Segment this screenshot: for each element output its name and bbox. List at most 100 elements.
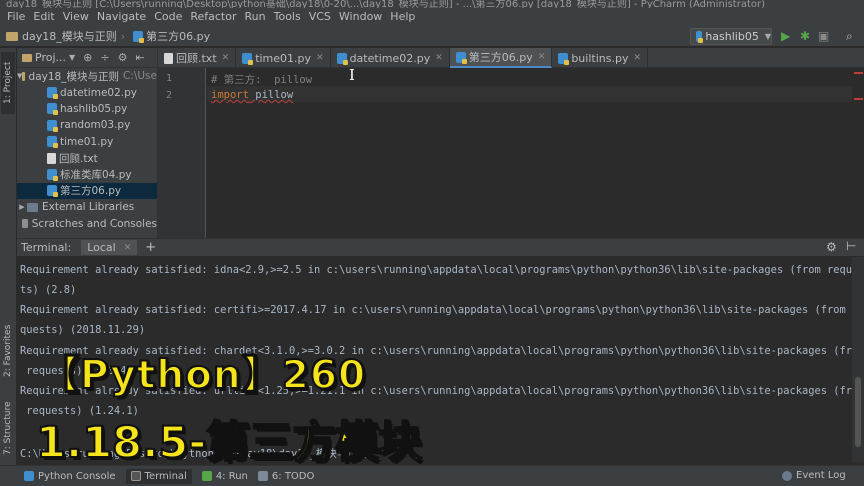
text-file-icon <box>164 52 173 64</box>
expand-arrow-icon[interactable]: ▶ <box>17 203 27 211</box>
python-file-icon <box>47 119 58 132</box>
folder-icon <box>22 71 25 81</box>
menu-navigate[interactable]: Navigate <box>93 8 150 26</box>
close-icon[interactable]: ✕ <box>316 53 324 63</box>
text-cursor-icon: I <box>349 66 355 84</box>
python-file-icon <box>696 31 704 43</box>
tool-tab-structure[interactable]: 7: Structure <box>1 393 15 463</box>
error-stripe-mark[interactable] <box>854 72 863 74</box>
python-file-icon <box>47 136 58 149</box>
terminal-scrollbar-thumb[interactable] <box>855 377 861 447</box>
error-stripe-mark[interactable] <box>854 98 863 100</box>
line-number: 2 <box>165 90 172 101</box>
tree-file-item[interactable]: 回顾.txt <box>17 150 157 166</box>
editor-tab[interactable]: builtins.py ✕ <box>552 48 649 68</box>
tool-tab-project[interactable]: 1: Project <box>1 52 15 114</box>
tree-file-item[interactable]: 标准类库04.py <box>17 166 157 182</box>
close-icon[interactable]: ✕ <box>633 53 641 63</box>
todo-icon <box>257 471 268 481</box>
project-panel-header: Proj... ▼ ⊕ ÷ ⚙ ⇤ <box>17 48 157 68</box>
event-log-label: Event Log <box>796 470 846 481</box>
debug-icon[interactable]: ✱ <box>800 29 810 43</box>
code-editor[interactable]: # 第三方: pillow import pillow <box>207 68 852 238</box>
run-configuration-select[interactable]: hashlib05 ▼ <box>690 28 772 45</box>
breadcrumb-file[interactable]: 第三方06.py <box>146 28 210 44</box>
run-tool-tab[interactable]: 4: Run <box>201 471 248 482</box>
menu-window[interactable]: Window <box>335 8 386 26</box>
tree-file-label: 第三方06.py <box>60 185 122 198</box>
breadcrumb-project[interactable]: day18_模块与正则 <box>22 28 117 44</box>
python-console-label: Python Console <box>38 470 116 482</box>
line-number: 1 <box>165 73 172 84</box>
tree-file-item[interactable]: time01.py <box>17 134 157 150</box>
terminal-icon <box>130 471 141 481</box>
editor-tab[interactable]: time01.py ✕ <box>236 48 331 68</box>
collapse-icon[interactable]: ÷ <box>100 51 109 64</box>
menu-edit[interactable]: Edit <box>29 8 58 26</box>
menu-refactor[interactable]: Refactor <box>186 8 240 26</box>
scratches-icon <box>22 219 28 229</box>
event-log-tab[interactable]: Event Log <box>782 470 846 481</box>
tree-external-libraries[interactable]: ▶ External Libraries <box>17 199 157 215</box>
editor-tab[interactable]: datetime02.py ✕ <box>331 48 450 68</box>
editor-tab[interactable]: 回顾.txt ✕ <box>158 48 237 68</box>
tree-file-item[interactable]: hashlib05.py <box>17 101 157 117</box>
tree-scratches[interactable]: Scratches and Consoles <box>17 216 157 232</box>
menu-run[interactable]: Run <box>241 8 270 26</box>
tool-tab-favorites[interactable]: 2: Favorites <box>1 316 15 386</box>
video-caption-subtitle: 1.18.5-第三方模块 <box>35 417 422 469</box>
code-keyword: import <box>211 89 249 101</box>
menu-code[interactable]: Code <box>150 8 186 26</box>
tree-file-item[interactable]: datetime02.py <box>17 84 157 100</box>
editor-tab-label: 第三方06.py <box>468 51 533 64</box>
terminal-scrollbar[interactable] <box>852 257 864 462</box>
tree-file-item[interactable]: random03.py <box>17 117 157 133</box>
tree-file-item-selected[interactable]: 第三方06.py <box>17 182 157 200</box>
terminal-header: Terminal: Local ✕ + ⚙ ⊢ <box>17 238 864 256</box>
python-file-icon <box>47 169 58 182</box>
python-file-icon <box>47 87 58 100</box>
editor-tab-active[interactable]: 第三方06.py ✕ <box>449 48 553 68</box>
project-panel: Proj... ▼ ⊕ ÷ ⚙ ⇤ ▼ day18_模块与正则 C:\Use d… <box>17 48 158 238</box>
terminal-line: Requirement already satisfied: certifi>=… <box>20 304 852 316</box>
python-console-tab[interactable]: Python Console <box>24 471 116 482</box>
minimize-icon[interactable]: ⊢ <box>846 239 856 253</box>
close-icon[interactable]: ✕ <box>538 52 546 62</box>
add-icon[interactable]: + <box>145 240 156 255</box>
close-icon[interactable]: ✕ <box>124 243 132 253</box>
folder-icon <box>6 31 18 41</box>
menu-view[interactable]: View <box>59 8 93 26</box>
terminal-tool-tab[interactable]: Terminal <box>125 468 192 484</box>
menu-file[interactable]: File <box>3 8 29 26</box>
editor-tab-label: builtins.py <box>571 51 629 65</box>
gear-icon[interactable]: ⚙ <box>118 51 128 64</box>
menu-bar: File Edit View Navigate Code Refactor Ru… <box>0 8 864 26</box>
window-titlebar: day18_模块与正则 [C:\Users\running\Desktop\py… <box>0 0 864 8</box>
tree-external-libraries-label: External Libraries <box>42 201 135 214</box>
navigation-bar: day18_模块与正则 › 第三方06.py hashlib05 ▼ ▶ ✱ ▣… <box>0 26 864 47</box>
coverage-icon[interactable]: ▣ <box>818 29 829 43</box>
close-icon[interactable]: ✕ <box>222 53 230 63</box>
close-icon[interactable]: ✕ <box>435 53 443 63</box>
search-icon[interactable]: ⌕ <box>846 29 853 44</box>
terminal-tab-local[interactable]: Local ✕ <box>81 240 138 255</box>
menu-tools[interactable]: Tools <box>270 8 305 26</box>
run-configuration-label: hashlib05 <box>705 30 759 43</box>
target-icon[interactable]: ⊕ <box>83 51 92 64</box>
editor-error-stripe[interactable] <box>852 68 864 238</box>
run-icon[interactable]: ▶ <box>781 29 790 43</box>
hide-icon[interactable]: ⇤ <box>135 51 144 64</box>
chevron-down-icon[interactable]: ▼ <box>69 53 75 62</box>
todo-tool-tab[interactable]: 6: TODO <box>257 471 314 482</box>
code-module-name: pillow <box>248 89 294 101</box>
menu-help[interactable]: Help <box>386 8 419 26</box>
breadcrumb: day18_模块与正则 › 第三方06.py <box>0 28 210 44</box>
tree-root-folder[interactable]: ▼ day18_模块与正则 C:\Use <box>17 68 157 84</box>
menu-vcs[interactable]: VCS <box>305 8 335 26</box>
gear-icon[interactable]: ⚙ <box>826 240 837 254</box>
editor-tab-bar: 回顾.txt ✕ time01.py ✕ datetime02.py ✕ 第三方… <box>158 48 864 68</box>
left-tool-strip: 1: Project 2: Favorites 7: Structure <box>0 48 17 468</box>
project-tree: ▼ day18_模块与正则 C:\Use datetime02.py hashl… <box>17 68 157 232</box>
editor-gutter[interactable]: 1 2 <box>158 68 206 238</box>
project-view-select[interactable]: Proj... <box>35 51 66 64</box>
